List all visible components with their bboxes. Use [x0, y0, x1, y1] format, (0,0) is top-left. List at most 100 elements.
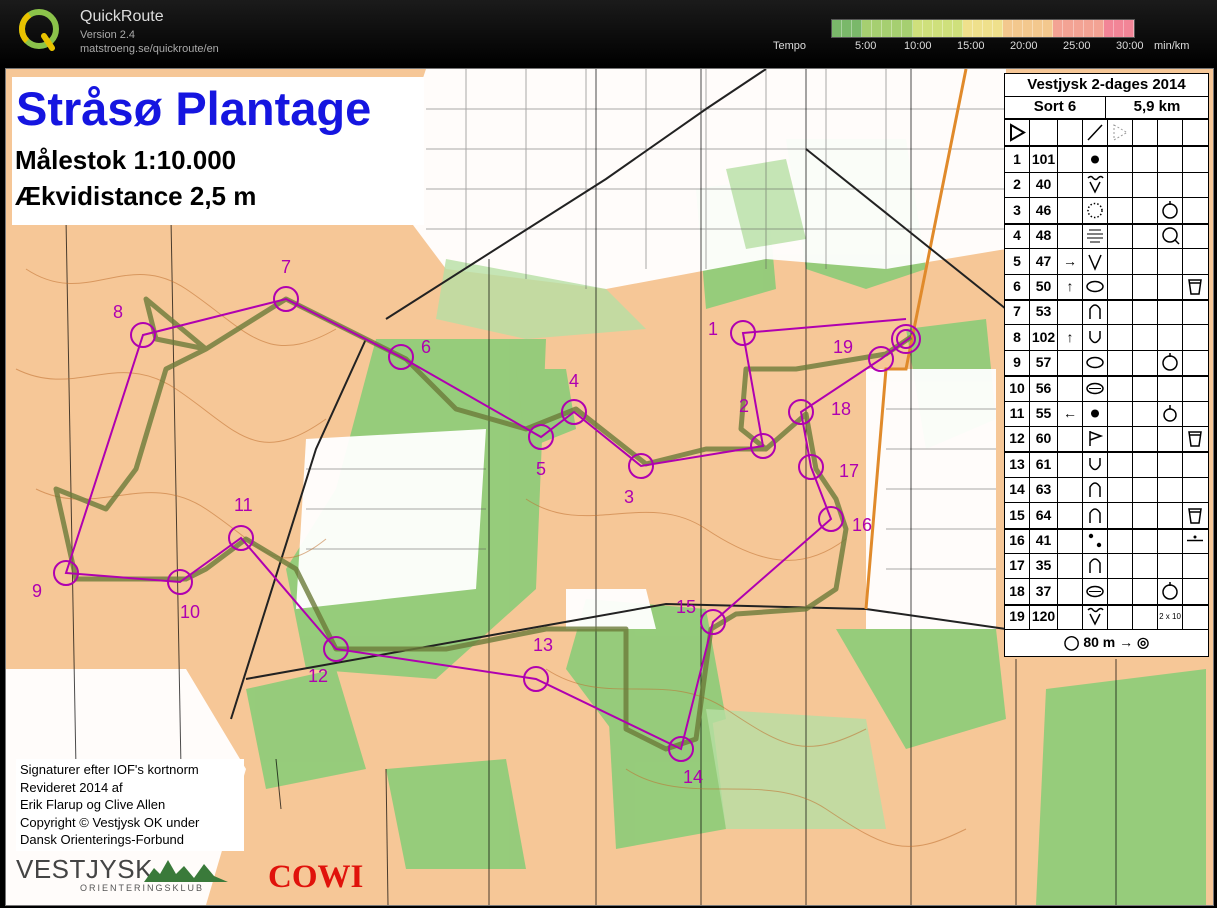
tempo-swatch	[882, 20, 893, 37]
control-order: 18	[1005, 578, 1030, 604]
control-number: 3	[624, 487, 635, 507]
tempo-ticks: 5:00 10:00 15:00 20:00 25:00 30:00 min/k…	[838, 40, 1189, 54]
tempo-swatch	[1063, 20, 1074, 37]
cup-icon	[1183, 274, 1208, 299]
dot-icon	[1083, 401, 1108, 426]
club-name: VESTJYSK	[16, 854, 153, 884]
tempo-swatch	[1043, 20, 1054, 37]
control-direction	[1058, 299, 1083, 325]
control-code: 46	[1030, 197, 1058, 223]
control-code: 57	[1030, 350, 1058, 376]
tempo-swatch	[872, 20, 883, 37]
triangle-outline-icon	[1108, 120, 1133, 145]
control-order: 3	[1005, 197, 1030, 223]
quickroute-logo	[19, 9, 59, 51]
finish-arrow-icon: → ◎	[1119, 634, 1150, 650]
credit-line: Revideret 2014 af	[20, 779, 123, 795]
control-number: 16	[852, 515, 873, 535]
app-title: QuickRoute	[80, 8, 164, 25]
location-ring-icon	[1158, 350, 1183, 376]
desc-event-name: Vestjysk 2-dages 2014	[1005, 74, 1208, 97]
tempo-swatch	[993, 20, 1004, 37]
control-code: 61	[1030, 451, 1058, 477]
desc-control-row: 10 56	[1005, 375, 1208, 402]
control-direction	[1058, 604, 1083, 630]
control-order: 4	[1005, 223, 1030, 249]
desc-control-row: 1 101	[1005, 147, 1208, 173]
control-direction	[1058, 451, 1083, 477]
tempo-swatch	[832, 20, 843, 37]
tempo-swatch	[1033, 20, 1044, 37]
location-ring-icon	[1158, 401, 1183, 426]
desc-control-row: 14 63	[1005, 477, 1208, 504]
control-order: 8	[1005, 324, 1030, 350]
tempo-swatch	[1073, 20, 1084, 37]
control-note: 2 x 10	[1158, 604, 1183, 630]
control-direction: ↑	[1058, 274, 1083, 299]
knoll-icon	[1083, 502, 1108, 528]
desc-course-length: 5,9 km	[1106, 96, 1208, 120]
control-order: 9	[1005, 350, 1030, 376]
control-number: 9	[32, 581, 43, 601]
tempo-swatch	[892, 20, 903, 37]
control-number: 12	[308, 666, 329, 686]
map-scale: Målestok 1:10.000	[15, 145, 237, 175]
tempo-label: Tempo	[773, 40, 807, 52]
control-direction	[1058, 172, 1083, 198]
gully-icon	[1083, 604, 1108, 630]
desc-control-row: 13 61	[1005, 451, 1208, 478]
tempo-swatch	[982, 20, 993, 37]
control-direction	[1058, 553, 1083, 579]
tempo-swatch	[942, 20, 953, 37]
desc-control-row: 16 41	[1005, 528, 1208, 554]
u-icon	[1083, 451, 1108, 477]
control-number: 1	[708, 319, 719, 339]
tempo-swatch	[842, 20, 853, 37]
cup-icon	[1183, 503, 1208, 528]
desc-control-row: 11 55 ←	[1005, 401, 1208, 427]
tempo-swatch	[972, 20, 983, 37]
tempo-swatch	[932, 20, 943, 37]
credit-line: Copyright © Vestjysk OK under	[20, 814, 200, 830]
dotted-circle-icon	[1083, 197, 1108, 223]
orienteering-map[interactable]: 1 2 3 4 5 6 7 8 9 10 11 12 13 14 15 16 1…	[5, 68, 1214, 906]
finish-start-circle-icon: ◯	[1063, 634, 1080, 650]
v-icon	[1083, 248, 1108, 274]
gully-icon	[1083, 172, 1108, 198]
tempo-swatch	[1023, 20, 1034, 37]
control-number: 4	[569, 371, 580, 391]
map-credits: Signaturer efter IOF's kortnorm Revidere…	[16, 759, 244, 851]
control-order: 14	[1005, 477, 1030, 503]
desc-control-row: 9 57	[1005, 350, 1208, 378]
finish-distance: 80 m	[1083, 634, 1116, 650]
control-order: 12	[1005, 426, 1030, 452]
desc-control-row: 15 64	[1005, 502, 1208, 530]
control-code: 41	[1030, 528, 1058, 553]
desc-control-row: 6 50 ↑	[1005, 274, 1208, 301]
control-direction	[1058, 502, 1083, 528]
control-number: 10	[180, 602, 201, 622]
control-code: 50	[1030, 274, 1058, 299]
control-code: 60	[1030, 426, 1058, 452]
tempo-swatch	[1093, 20, 1104, 37]
club-subtitle: ORIENTERINGSKLUB	[80, 883, 205, 893]
control-direction: ↑	[1058, 324, 1083, 350]
start-triangle-icon	[1005, 120, 1030, 145]
control-direction	[1058, 578, 1083, 604]
desc-control-row: 18 37	[1005, 578, 1208, 606]
control-code: 101	[1030, 147, 1058, 172]
tempo-tick: 15:00	[957, 40, 985, 52]
dot-icon	[1083, 147, 1108, 172]
desc-control-row: 3 46	[1005, 197, 1208, 225]
control-number: 13	[533, 635, 554, 655]
map-title: Stråsø Plantage	[16, 82, 372, 135]
control-order: 5	[1005, 248, 1030, 274]
between-icon	[1183, 528, 1208, 553]
u-icon	[1083, 324, 1108, 350]
control-code: 40	[1030, 172, 1058, 198]
desc-control-row: 2 40	[1005, 172, 1208, 199]
control-number: 2	[739, 396, 750, 416]
desc-control-row: 19 120 2 x 10	[1005, 604, 1208, 631]
flag-icon	[1083, 426, 1108, 452]
dots-icon	[1083, 528, 1108, 553]
